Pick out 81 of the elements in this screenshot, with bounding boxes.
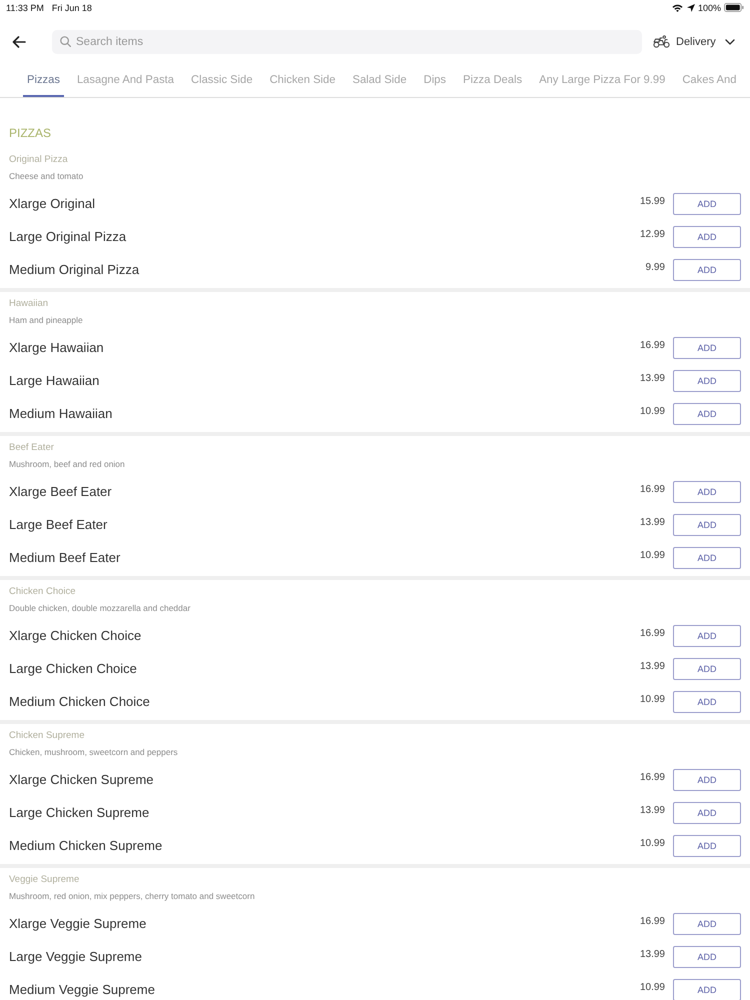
group-title: Chicken Choice [9, 586, 76, 598]
item-name: Xlarge Beef Eater [9, 484, 112, 500]
add-button[interactable]: ADD [673, 802, 741, 824]
group-title: Beef Eater [9, 442, 54, 454]
item-price: 10.99 [640, 550, 665, 562]
item-name: Large Original Pizza [9, 228, 126, 244]
order-type-dropdown[interactable]: Delivery [653, 35, 735, 48]
search-icon [60, 36, 71, 46]
item-price: 16.99 [640, 916, 665, 928]
add-button[interactable]: ADD [673, 480, 741, 502]
scooter-icon [653, 35, 670, 48]
item-name: Large Chicken Supreme [9, 804, 150, 820]
group-description: Cheese and tomato [9, 170, 84, 182]
chevron-down-icon [724, 38, 735, 44]
item-price: 10.99 [640, 982, 665, 994]
add-button[interactable]: ADD [673, 258, 741, 280]
item-price: 13.99 [640, 517, 665, 529]
location-arrow-icon [686, 4, 695, 12]
group-description: Double chicken, double mozzarella and cheddar [9, 602, 190, 614]
add-button[interactable]: ADD [673, 658, 741, 680]
item-name: Large Beef Eater [9, 516, 108, 532]
item-name: Large Chicken Choice [9, 660, 137, 676]
wifi-icon [672, 4, 683, 12]
item-price: 13.99 [640, 949, 665, 961]
group-title: Veggie Supreme [9, 874, 80, 886]
item-name: Xlarge Veggie Supreme [9, 916, 146, 932]
item-price: 13.99 [640, 373, 665, 385]
battery-icon [724, 3, 744, 12]
add-button[interactable]: ADD [673, 514, 741, 536]
item-price: 10.99 [640, 694, 665, 706]
group-description: Chicken, mushroom, sweetcorn and peppers [9, 746, 178, 758]
item-price: 13.99 [640, 805, 665, 817]
item-name: Medium Beef Eater [9, 550, 120, 566]
section-title: PIZZAS [9, 126, 52, 140]
battery-percent: 100% [698, 2, 721, 12]
category-tab[interactable]: Pizzas [23, 66, 64, 97]
item-name: Xlarge Hawaiian [9, 340, 104, 356]
add-button[interactable]: ADD [673, 402, 741, 424]
add-button[interactable]: ADD [673, 834, 741, 856]
group-title: Hawaiian [9, 298, 48, 310]
status-time: 11:33 PM [6, 2, 44, 12]
item-price: 16.99 [640, 484, 665, 496]
item-name: Medium Hawaiian [9, 406, 112, 422]
item-price: 9.99 [646, 262, 665, 274]
add-button[interactable]: ADD [673, 226, 741, 248]
back-button[interactable] [12, 34, 28, 48]
item-price: 16.99 [640, 340, 665, 352]
item-name: Medium Chicken Choice [9, 694, 150, 710]
item-name: Medium Chicken Supreme [9, 838, 162, 854]
group-description: Mushroom, red onion, mix peppers, cherry tomato and sweetcorn [9, 890, 255, 902]
item-price: 10.99 [640, 406, 665, 418]
group-description: Ham and pineapple [9, 314, 83, 326]
add-button[interactable]: ADD [673, 690, 741, 712]
item-name: Large Hawaiian [9, 372, 100, 388]
item-name: Xlarge Chicken Supreme [9, 772, 154, 788]
add-button[interactable]: ADD [673, 336, 741, 358]
add-button[interactable]: ADD [673, 978, 741, 1000]
add-button[interactable]: ADD [673, 370, 741, 392]
item-price: 16.99 [640, 772, 665, 784]
item-name: Large Veggie Supreme [9, 948, 142, 964]
add-button[interactable]: ADD [673, 768, 741, 790]
group-title: Original Pizza [9, 154, 68, 166]
group-description: Mushroom, beef and red onion [9, 458, 125, 470]
search-field[interactable]: Search items [52, 30, 642, 54]
add-button[interactable]: ADD [673, 624, 741, 646]
add-button[interactable]: ADD [673, 912, 741, 934]
item-price: 12.99 [640, 229, 665, 241]
item-price: 13.99 [640, 661, 665, 673]
item-price: 10.99 [640, 838, 665, 850]
item-price: 16.99 [640, 628, 665, 640]
item-price: 15.99 [640, 196, 665, 208]
group-title: Chicken Supreme [9, 730, 85, 742]
add-button[interactable]: ADD [673, 546, 741, 568]
back-arrow-icon [12, 36, 26, 48]
item-name: Medium Veggie Supreme [9, 982, 155, 998]
item-name: Xlarge Chicken Choice [9, 628, 142, 644]
status-date: Fri Jun 18 [52, 2, 92, 12]
item-name: Medium Original Pizza [9, 262, 140, 278]
item-name: Xlarge Original [9, 196, 95, 212]
add-button[interactable]: ADD [673, 192, 741, 214]
add-button[interactable]: ADD [673, 946, 741, 968]
